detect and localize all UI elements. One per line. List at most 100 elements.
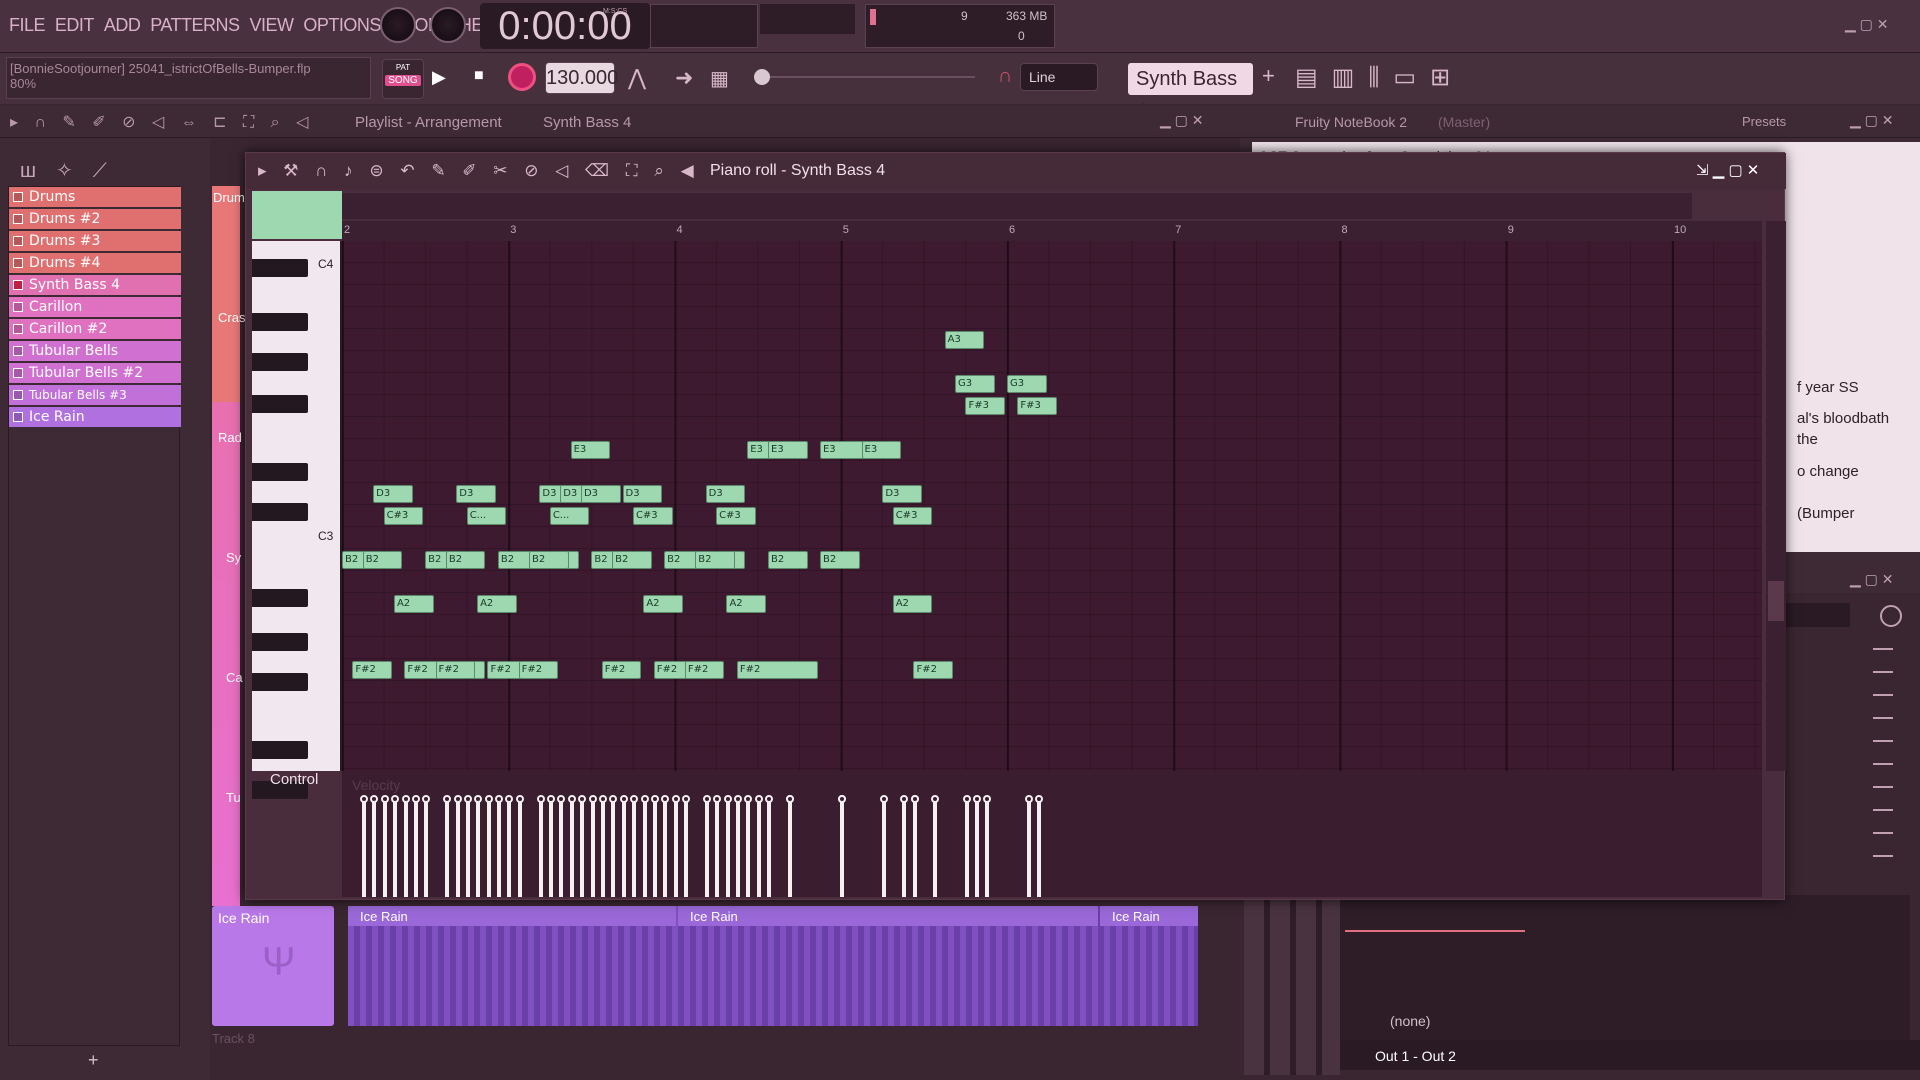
clip[interactable]: Ice Rain <box>348 906 676 926</box>
ice-rain-clips[interactable]: Ice Rain Ice Rain Ice Rain <box>348 906 1198 1026</box>
note-D3[interactable]: D3 <box>373 485 413 503</box>
velocity-bar[interactable] <box>788 801 793 897</box>
note-Fsharp2[interactable]: F#2 <box>601 661 642 679</box>
note-Fsharp3[interactable]: F#3 <box>965 397 1005 415</box>
black-key[interactable] <box>252 503 308 521</box>
velocity-bar[interactable] <box>1037 801 1042 897</box>
velocity-handle[interactable] <box>536 795 545 803</box>
velocity-handle[interactable] <box>910 795 919 803</box>
channel-tubular-bells-2[interactable]: Tubular Bells #2 <box>9 363 181 383</box>
velocity-handle[interactable] <box>682 795 691 803</box>
keyboard-icon[interactable]: ▦ <box>710 66 729 91</box>
velocity-handle[interactable] <box>650 795 659 803</box>
velocity-handle[interactable] <box>484 795 493 803</box>
note-B2[interactable]: B2 <box>362 551 403 569</box>
velocity-handle[interactable] <box>505 795 514 803</box>
note-B2[interactable]: B2 <box>445 551 486 569</box>
piano-roll-tool-icons[interactable]: ▸ ⚒ ∩ ♪ ⊜ ↶ ✎ ✐ ✂ ⊘ ◁ ⌫ ⛶ ⌕ ◀ <box>258 161 700 181</box>
note-Fsharp2[interactable]: F#2 <box>435 661 476 679</box>
master-volume-knob[interactable] <box>380 7 416 43</box>
ice-rain-track-header[interactable]: Ice Rain Ψ <box>212 906 334 1026</box>
velocity-bar[interactable] <box>372 801 377 897</box>
velocity-handle[interactable] <box>453 795 462 803</box>
velocity-handle[interactable] <box>786 795 795 803</box>
black-key[interactable] <box>252 395 308 413</box>
note-D3[interactable]: D3 <box>580 485 621 503</box>
velocity-handle[interactable] <box>1035 795 1044 803</box>
channel-carillon[interactable]: Carillon <box>9 297 181 317</box>
channel-synth-bass-4[interactable]: Synth Bass 4 <box>9 275 181 295</box>
playlist-window-controls[interactable]: ▁ ▢ ✕ <box>1160 112 1204 129</box>
menu-edit[interactable]: EDIT <box>52 0 97 36</box>
velocity-handle[interactable] <box>474 795 483 803</box>
menu-view[interactable]: VIEW <box>246 0 296 36</box>
note-G3[interactable]: G3 <box>955 375 995 393</box>
velocity-handle[interactable] <box>837 795 846 803</box>
note-Fsharp3[interactable]: F#3 <box>1017 397 1057 415</box>
pattern-selector[interactable]: Synth Bass 4 <box>1128 63 1253 122</box>
velocity-bar[interactable] <box>933 801 938 897</box>
velocity-handle[interactable] <box>671 795 680 803</box>
black-key[interactable] <box>252 313 308 331</box>
note-Fsharp2[interactable]: F#2 <box>684 661 725 679</box>
velocity-bar[interactable] <box>362 801 366 897</box>
velocity-bar[interactable] <box>611 801 616 897</box>
velocity-handle[interactable] <box>547 795 556 803</box>
velocity-handle[interactable] <box>931 795 940 803</box>
velocity-bar[interactable] <box>413 801 418 897</box>
velocity-handle[interactable] <box>391 795 400 803</box>
black-key[interactable] <box>252 259 308 277</box>
velocity-bar[interactable] <box>465 801 470 897</box>
velocity-bar[interactable] <box>486 801 491 897</box>
black-key[interactable] <box>252 353 308 371</box>
velocity-bar[interactable] <box>736 801 741 897</box>
control-label[interactable]: Control <box>270 771 318 788</box>
velocity-handle[interactable] <box>567 795 576 803</box>
channel-drums-2[interactable]: Drums #2 <box>9 209 181 229</box>
note-Fsharp2[interactable]: F#2 <box>352 661 392 679</box>
velocity-bar[interactable] <box>538 801 543 897</box>
note-D3[interactable]: D3 <box>622 485 663 503</box>
clip[interactable]: Ice Rain <box>678 906 1098 926</box>
note-B2[interactable]: B2 <box>768 551 808 569</box>
velocity-handle[interactable] <box>1025 795 1033 803</box>
velocity-bar[interactable] <box>507 801 512 897</box>
note-Csharp3[interactable]: C#3 <box>892 507 933 525</box>
note-Csharp3[interactable]: C#3 <box>632 507 673 525</box>
play-button[interactable]: ▶ <box>432 67 446 88</box>
velocity-bar[interactable] <box>756 801 761 897</box>
magnet-icon[interactable]: ∩ <box>998 65 1012 88</box>
velocity-handle[interactable] <box>557 795 566 803</box>
note-E3[interactable]: E3 <box>768 441 808 459</box>
black-key[interactable] <box>252 589 308 607</box>
metronome-icon[interactable]: ⋀ <box>628 65 646 91</box>
add-channel-button[interactable]: + <box>88 1050 99 1071</box>
mixer-output[interactable]: Out 1 - Out 2 <box>1340 1040 1920 1070</box>
note-grid[interactable]: A3 G3 F#3 G3 F#3 E3 E3 E3 E3 E3 D3 D3 D3 D3 D3 D3 D3 D3 C#… <box>342 241 1762 771</box>
velocity-bar[interactable] <box>549 801 554 897</box>
playlist-track-strip[interactable]: Drum Cras Rad Sy Ca Tu <box>212 186 245 906</box>
mixer-input[interactable]: (none) <box>1340 1005 1920 1035</box>
notebook-window-controls[interactable]: ▁ ▢ ✕ <box>1850 112 1894 129</box>
note-E3[interactable]: E3 <box>570 441 611 459</box>
velocity-bar[interactable] <box>652 801 657 897</box>
velocity-handle[interactable] <box>962 795 971 803</box>
black-key[interactable] <box>252 673 308 691</box>
vertical-scrollbar[interactable] <box>1766 221 1786 771</box>
velocity-bar[interactable] <box>912 801 917 897</box>
note-B2[interactable]: B2 <box>529 551 569 569</box>
velocity-bar[interactable] <box>746 801 751 897</box>
note-A2[interactable]: A2 <box>892 595 933 613</box>
menu-file[interactable]: FILE <box>6 0 48 36</box>
velocity-handle[interactable] <box>754 795 763 803</box>
master-pitch-knob[interactable] <box>430 7 466 43</box>
channel-drums-3[interactable]: Drums #3 <box>9 231 181 251</box>
velocity-bar[interactable] <box>881 801 886 897</box>
note-A3[interactable]: A3 <box>944 331 985 349</box>
mixer-window-controls[interactable]: ▁ ▢ ✕ <box>1850 571 1894 588</box>
note-C[interactable]: C... <box>466 507 507 525</box>
note-Fsharp2[interactable]: F#2 <box>518 661 559 679</box>
velocity-handle[interactable] <box>973 795 982 803</box>
clip[interactable]: Ice Rain <box>1100 906 1198 926</box>
piano-roll-window-controls[interactable]: ⇲ ▁ ▢ ✕ <box>1696 161 1759 179</box>
